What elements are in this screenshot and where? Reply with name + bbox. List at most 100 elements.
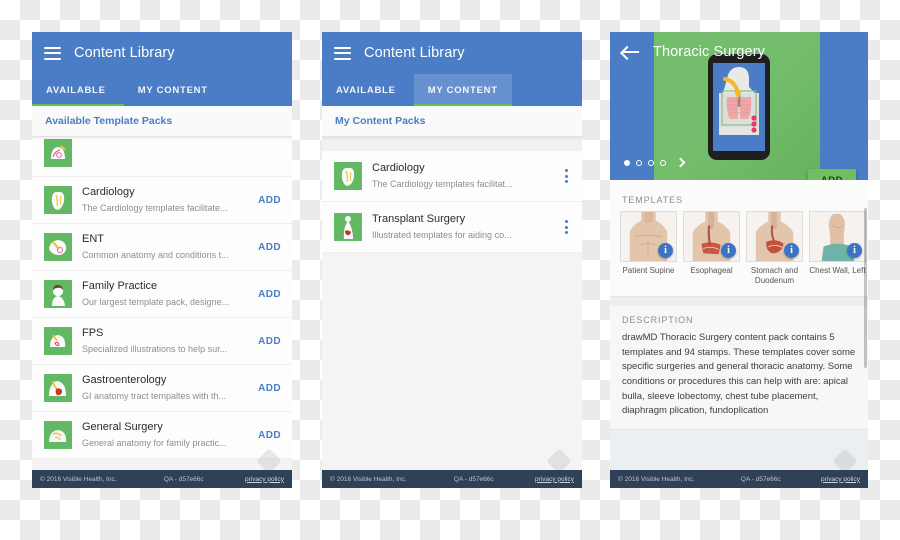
overflow-menu-icon[interactable]	[557, 169, 571, 183]
template-card-esophageal[interactable]: i Esophageal	[683, 211, 740, 287]
list-item-title: General Surgery	[82, 421, 163, 434]
footer-detail: © 2016 Visible Health, Inc. QA - d57e66c…	[610, 470, 868, 488]
tab-my-content-label: MY CONTENT	[137, 84, 208, 96]
info-icon[interactable]: i	[658, 243, 673, 258]
template-caption: Esophageal	[690, 266, 733, 275]
list-item-title: Family Practice	[82, 280, 158, 293]
back-arrow-icon[interactable]	[622, 45, 640, 60]
list-item[interactable]: Gastroenterology GI anatomy tract tempal…	[32, 365, 292, 412]
privacy-policy-link[interactable]: privacy policy	[535, 476, 574, 483]
list-item[interactable]: Cardiology The Cardiology templates faci…	[32, 177, 292, 224]
tab-my-content[interactable]: MY CONTENT	[413, 74, 512, 106]
template-caption: Stomach and Duodenum	[750, 266, 799, 286]
my-content-pack-list: Cardiology The Cardiology templates faci…	[322, 151, 582, 253]
panel-my-content: Content Library AVAILABLE MY CONTENT My …	[322, 32, 582, 488]
list-item[interactable]: General Surgery General anatomy for fami…	[32, 412, 292, 459]
list-item[interactable]: FPS Specialized illustrations to help su…	[32, 318, 292, 365]
pack-thumbnail-fps	[44, 327, 72, 355]
info-icon[interactable]: i	[784, 243, 799, 258]
screenshot-stage: Content Library AVAILABLE MY CONTENT Ava…	[0, 0, 900, 540]
hamburger-icon[interactable]	[44, 46, 61, 60]
section-header-available: Available Template Packs	[32, 106, 292, 137]
page-title: Content Library	[74, 45, 175, 61]
template-card-patient-supine[interactable]: i Patient Supine	[620, 211, 677, 287]
template-card-chest-wall-left[interactable]: i Chest Wall, Left	[809, 211, 866, 287]
list-item-subtitle: Common anatomy and conditions t...	[82, 249, 229, 260]
list-item-thumb-holder	[32, 135, 292, 177]
app-bar-detail: Thoracic Surgery	[610, 32, 868, 72]
template-thumbnail: i	[746, 211, 803, 262]
overflow-menu-icon[interactable]	[557, 220, 571, 234]
template-caption: Patient Supine	[622, 266, 675, 275]
list-item-title: ENT	[82, 233, 104, 246]
pack-thumbnail-general-surgery	[44, 421, 72, 449]
list-item-title: Cardiology	[372, 162, 425, 175]
page-title: Thoracic Surgery	[653, 44, 765, 60]
privacy-policy-link[interactable]: privacy policy	[821, 476, 860, 483]
carousel-dot-4[interactable]	[660, 159, 666, 166]
add-button[interactable]: ADD	[252, 336, 281, 347]
list-item-subtitle: GI anatomy tract tempaltes with th...	[82, 390, 227, 401]
add-button[interactable]: ADD	[252, 242, 281, 253]
list-item-subtitle: The Cardiology templates facilitat...	[372, 178, 513, 189]
pack-thumbnail-cardiology	[334, 162, 362, 190]
list-item-subtitle: Our largest template pack, designe...	[82, 296, 230, 307]
add-button[interactable]: ADD	[252, 383, 281, 394]
footer-copyright: © 2016 Visible Health, Inc.	[330, 475, 407, 483]
tab-available[interactable]: AVAILABLE	[32, 74, 124, 106]
list-item-title: Transplant Surgery	[372, 213, 466, 226]
template-card-stomach-duodenum[interactable]: i Stomach and Duodenum	[746, 211, 803, 287]
list-item[interactable]: Transplant Surgery Illustrated templates…	[322, 202, 582, 253]
tab-available-label: AVAILABLE	[46, 84, 106, 96]
description-card: DESCRIPTION drawMD Thoracic Surgery cont…	[610, 305, 868, 431]
description-body: drawMD Thoracic Surgery content pack con…	[622, 331, 856, 417]
list-item[interactable]: ENT Common anatomy and conditions t... A…	[32, 224, 292, 271]
info-icon[interactable]: i	[847, 243, 862, 258]
tab-my-content[interactable]: MY CONTENT	[124, 74, 222, 106]
carousel-dot-2[interactable]	[636, 159, 642, 166]
app-bar-my-content: Content Library	[322, 32, 582, 74]
carousel-dots	[624, 157, 686, 168]
list-item[interactable]: Cardiology The Cardiology templates faci…	[322, 151, 582, 202]
carousel-dot-3[interactable]	[648, 159, 654, 166]
list-item-subtitle: The Cardiology templates facilitate...	[82, 202, 228, 213]
footer-build: QA - d57e66c	[740, 475, 781, 483]
list-item-subtitle: General anatomy for family practic...	[82, 437, 227, 448]
list-item-title: Cardiology	[82, 186, 135, 199]
panel-available: Content Library AVAILABLE MY CONTENT Ava…	[32, 32, 292, 488]
section-header-my-content: My Content Packs	[322, 106, 582, 137]
scrollbar-thumb[interactable]	[864, 208, 867, 368]
template-thumbnail: i	[620, 211, 677, 262]
add-button[interactable]: ADD	[252, 195, 281, 206]
tab-available[interactable]: AVAILABLE	[322, 74, 414, 106]
add-pack-button[interactable]: ADD	[807, 169, 856, 180]
footer-available: © 2016 Visible Health, Inc. QA - d57e66c…	[32, 470, 292, 488]
list-item[interactable]: Family Practice Our largest template pac…	[32, 271, 292, 318]
tab-available-label: AVAILABLE	[336, 84, 396, 96]
panel-pack-detail: Thoracic Surgery TEMPLATES i Patient Sup…	[610, 32, 868, 488]
pack-thumbnail-breast-health	[44, 139, 72, 167]
footer-build: QA - d57e66c	[453, 475, 494, 483]
carousel-dot-1[interactable]	[624, 159, 630, 166]
detail-hero: Thoracic Surgery	[610, 32, 868, 180]
privacy-policy-link[interactable]: privacy policy	[245, 476, 284, 483]
template-pack-list-available: Breast Health The Breast Health template…	[32, 131, 292, 459]
list-gap	[322, 137, 582, 151]
template-caption: Chest Wall, Left	[809, 266, 866, 275]
add-button[interactable]: ADD	[252, 430, 281, 441]
footer-copyright: © 2016 Visible Health, Inc.	[618, 475, 695, 483]
pack-thumbnail-transplant-surgery	[334, 213, 362, 241]
page-title: Content Library	[364, 45, 465, 61]
hamburger-icon[interactable]	[334, 46, 351, 60]
list-item-title: Gastroenterology	[82, 374, 167, 387]
tab-my-content-label: MY CONTENT	[427, 84, 498, 96]
add-button[interactable]: ADD	[252, 289, 281, 300]
info-icon[interactable]: i	[721, 243, 736, 258]
chevron-right-icon[interactable]	[675, 157, 686, 168]
pack-thumbnail-cardiology	[44, 186, 72, 214]
tab-bar-my-content: AVAILABLE MY CONTENT	[322, 74, 582, 106]
templates-card: TEMPLATES i Patient Supine i Esophageal …	[610, 180, 868, 297]
list-item-subtitle: Specialized illustrations to help sur...	[82, 343, 228, 354]
pack-thumbnail-gastroenterology	[44, 374, 72, 402]
templates-strip[interactable]: i Patient Supine i Esophageal i Stomach …	[610, 211, 868, 296]
